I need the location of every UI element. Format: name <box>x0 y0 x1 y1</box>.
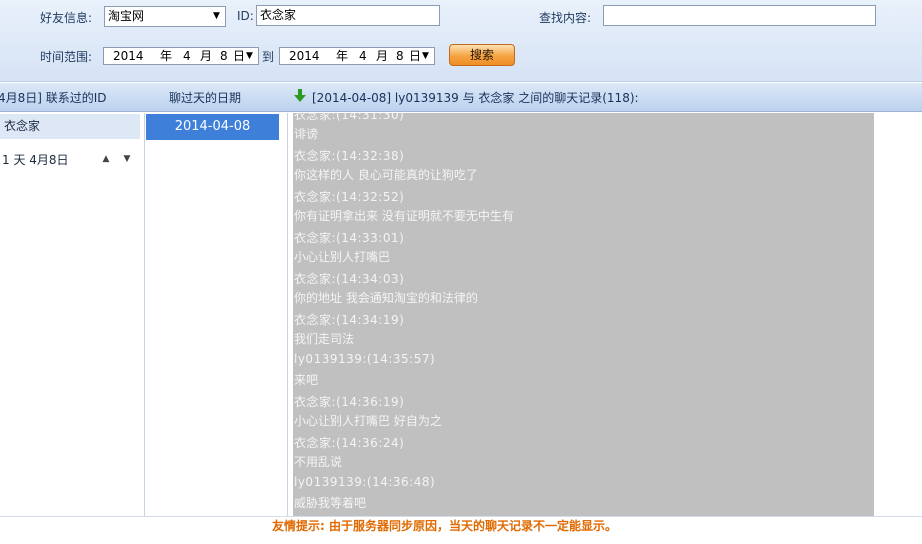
to-label: 到 <box>262 50 275 64</box>
friend-select[interactable]: 淘宝网 ▼ <box>104 6 226 27</box>
to-year: 2014 <box>289 49 320 63</box>
message-text: 威胁我等着吧 <box>294 496 367 510</box>
id-input[interactable]: 衣念家 <box>256 5 440 26</box>
chat-log-title: [2014-04-08] ly0139139 与 衣念家 之间的聊天记录(118… <box>312 91 639 105</box>
message-speaker: 衣念家:(14:36:24) <box>294 436 405 450</box>
from-year: 2014 <box>113 49 144 63</box>
message-text: 来吧 <box>294 373 319 387</box>
sort-up-icon[interactable]: ▲ <box>100 153 112 165</box>
message-text: 你这样的人 良心可能真的让狗吃了 <box>294 168 478 182</box>
id-input-value: 衣念家 <box>260 8 297 22</box>
message-speaker: 衣念家:(14:33:01) <box>294 231 405 245</box>
message-text: 你的地址 我会通知淘宝的和法律的 <box>294 291 478 305</box>
to-day: 8 <box>396 49 404 63</box>
contacts-column-header: 4月8日] 联系过的ID <box>0 91 107 105</box>
message-text: 不用乱说 <box>294 455 343 469</box>
from-year-unit: 年 <box>160 49 173 63</box>
chat-log[interactable]: 衣念家:(14:31:30) 诽谤衣念家:(14:32:38) 你这样的人 良心可能… <box>293 113 874 516</box>
from-date-picker[interactable]: 2014 年 4 月 8 日 ▼ <box>103 47 259 65</box>
friend-select-value: 淘宝网 <box>108 9 145 23</box>
time-range-label: 时间范围: <box>40 50 93 64</box>
search-content-label: 查找内容: <box>539 11 592 25</box>
chevron-down-icon: ▼ <box>246 51 253 61</box>
arrow-down-icon <box>294 89 306 102</box>
search-content-input[interactable] <box>603 5 876 26</box>
message-text: 我们走司法 <box>294 332 355 346</box>
search-button[interactable]: 搜索 <box>449 44 515 66</box>
message-speaker: 衣念家:(14:34:19) <box>294 313 405 327</box>
message-speaker: 衣念家:(14:31:30) <box>294 113 405 122</box>
to-date-picker[interactable]: 2014 年 4 月 8 日 ▼ <box>279 47 435 65</box>
message-text: 小心让别人打嘴巴 好自为之 <box>294 414 442 428</box>
message-text: 你有证明拿出来 没有证明就不要无中生有 <box>294 209 514 223</box>
sort-down-icon[interactable]: ▼ <box>121 153 133 165</box>
message-speaker: 衣念家:(14:34:03) <box>294 272 405 286</box>
contact-item-selected[interactable]: 衣念家 <box>0 114 140 139</box>
message-text: 诽谤 <box>294 127 319 141</box>
message-speaker: 衣念家:(14:36:19) <box>294 395 405 409</box>
from-month-unit: 月 <box>200 49 213 63</box>
friend-info-label: 好友信息: <box>40 11 93 25</box>
message-text: 小心让别人打嘴巴 <box>294 250 391 264</box>
contacts-panel: 衣念家 1 天 4月8日 ▲ ▼ <box>0 113 145 516</box>
column-header-bar: 4月8日] 联系过的ID 聊过天的日期 [2014-04-08] ly01391… <box>0 83 922 112</box>
from-day: 8 <box>220 49 228 63</box>
message-speaker: ly0139139:(14:36:48) <box>294 475 436 489</box>
chevron-down-icon: ▼ <box>213 11 220 21</box>
to-month: 4 <box>359 49 367 63</box>
dates-panel: 2014-04-08 <box>146 113 288 516</box>
dates-column-header: 聊过天的日期 <box>169 91 242 105</box>
contact-group-label: 1 天 4月8日 <box>2 153 69 167</box>
chevron-down-icon: ▼ <box>422 51 429 61</box>
filter-panel: 好友信息: 淘宝网 ▼ ID: 衣念家 查找内容: 时间范围: 2014 年 4… <box>0 0 922 82</box>
footer-notice: 友情提示: 由于服务器同步原因，当天的聊天记录不一定能显示。 <box>272 519 617 533</box>
to-month-unit: 月 <box>376 49 389 63</box>
message-speaker: ly0139139:(14:35:57) <box>294 352 436 366</box>
to-year-unit: 年 <box>336 49 349 63</box>
id-label: ID: <box>237 9 254 23</box>
message-speaker: 衣念家:(14:32:52) <box>294 190 405 204</box>
message-speaker: 衣念家:(14:32:38) <box>294 149 405 163</box>
from-month: 4 <box>183 49 191 63</box>
date-item-selected[interactable]: 2014-04-08 <box>146 114 279 140</box>
